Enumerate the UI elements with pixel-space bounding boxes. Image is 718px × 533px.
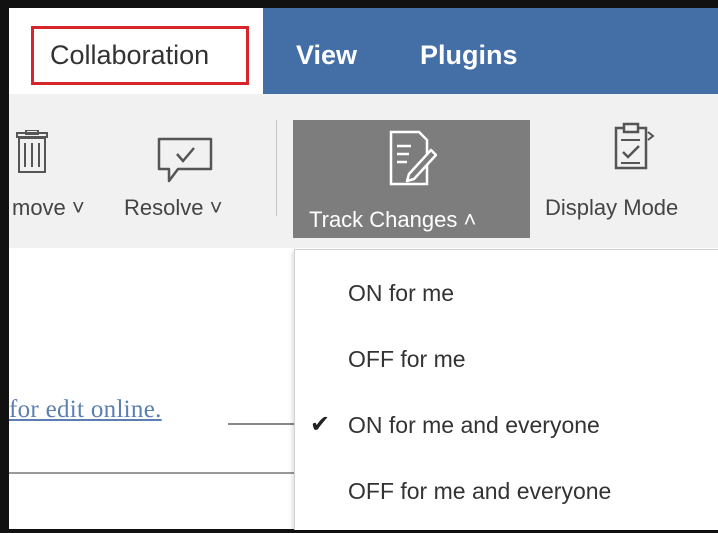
comment-check-icon [157,137,213,183]
menu-item-off-for-me[interactable]: OFF for me [295,328,718,390]
track-changes-icon [389,130,437,186]
track-changes-menu: ON for me OFF for me ✔ ON for me and eve… [294,249,718,530]
tab-view[interactable]: View [296,38,357,72]
tab-collaboration-label[interactable]: Collaboration [50,38,209,72]
resolve-button-label: Resolve ˅ [124,195,223,220]
display-mode-label: Display Mode [545,195,679,220]
resolve-button[interactable]: Resolve ˅ [118,94,258,248]
remove-button[interactable]: move ˅ [9,94,109,248]
menu-item-off-for-everyone[interactable]: OFF for me and everyone [295,460,718,522]
tab-plugins[interactable]: Plugins [420,38,518,72]
menu-item-label: OFF for me and everyone [348,478,612,504]
trash-icon [16,130,48,173]
display-mode-icon [614,122,655,170]
track-changes-label: Track Changes ˄ [309,207,477,232]
menu-item-label: ON for me [348,280,455,306]
menu-item-label: ON for me and everyone [348,412,600,438]
ribbon-separator [276,120,277,216]
display-mode-button[interactable]: Display Mode [540,94,718,248]
menu-item-on-for-everyone[interactable]: ✔ ON for me and everyone [295,394,718,456]
track-changes-button[interactable]: Track Changes ˄ [293,120,530,238]
document-divider [9,472,309,474]
menu-item-on-for-me[interactable]: ON for me [295,262,718,324]
checkmark-icon: ✔ [310,411,331,438]
document-link[interactable]: for edit online. [9,396,162,424]
remove-button-label: move ˅ [12,195,85,220]
menu-item-label: OFF for me [348,346,466,372]
